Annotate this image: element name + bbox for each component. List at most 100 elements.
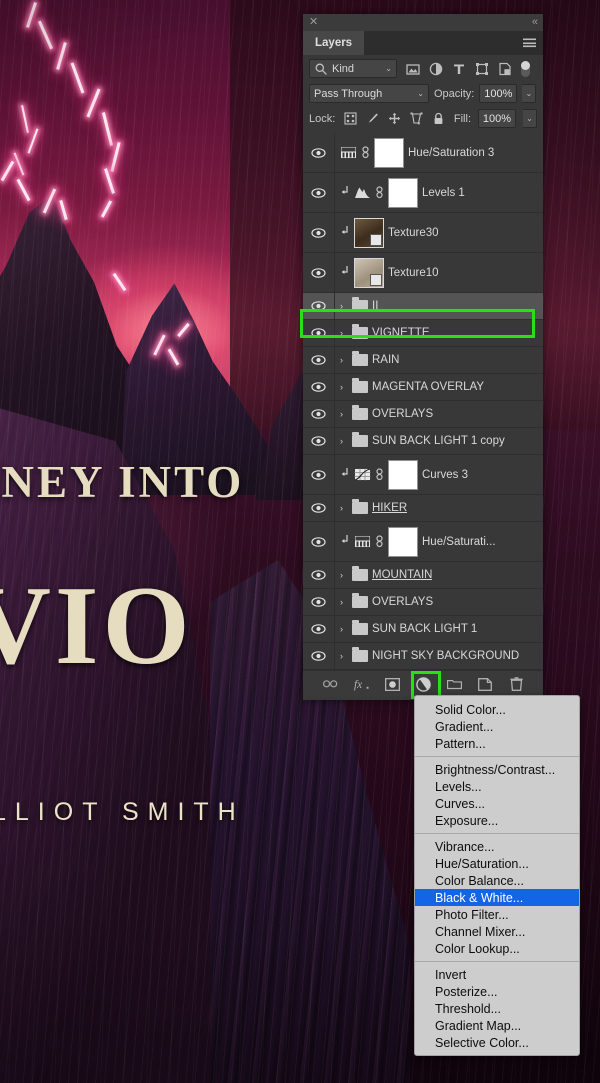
menu-item[interactable]: Solid Color... bbox=[415, 701, 579, 718]
layer-row[interactable]: › OVERLAYS bbox=[303, 401, 543, 428]
add-mask-button[interactable] bbox=[384, 677, 400, 692]
menu-item[interactable]: Selective Color... bbox=[415, 1034, 579, 1051]
layer-thumbnail[interactable] bbox=[354, 217, 384, 248]
layer-visibility-toggle[interactable] bbox=[303, 455, 335, 494]
adjustment-filter-icon[interactable] bbox=[429, 62, 443, 76]
group-disclosure-icon[interactable]: › bbox=[340, 328, 348, 338]
opacity-stepper[interactable]: ⌄ bbox=[522, 84, 537, 103]
tab-layers[interactable]: Layers bbox=[303, 31, 365, 55]
layer-row[interactable]: › RAIN bbox=[303, 347, 543, 374]
fill-stepper[interactable]: ⌄ bbox=[523, 109, 537, 128]
layer-visibility-toggle[interactable] bbox=[303, 133, 335, 172]
layer-visibility-toggle[interactable] bbox=[303, 643, 335, 669]
menu-item[interactable]: Posterize... bbox=[415, 983, 579, 1000]
layer-row[interactable]: › OVERLAYS bbox=[303, 589, 543, 616]
menu-item[interactable]: Invert bbox=[415, 966, 579, 983]
layer-row[interactable]: Levels 1 bbox=[303, 173, 543, 213]
link-thumbnails-icon[interactable] bbox=[375, 535, 384, 548]
layer-row[interactable]: › NIGHT SKY BACKGROUND bbox=[303, 643, 543, 670]
new-layer-button[interactable] bbox=[478, 677, 493, 692]
lock-artboard-icon[interactable] bbox=[410, 112, 423, 125]
layer-visibility-toggle[interactable] bbox=[303, 293, 335, 319]
collapse-panel-icon[interactable]: « bbox=[532, 17, 538, 28]
layer-visibility-toggle[interactable] bbox=[303, 522, 335, 561]
type-filter-icon[interactable] bbox=[452, 62, 466, 76]
fill-input[interactable]: 100% bbox=[478, 109, 516, 128]
group-disclosure-icon[interactable]: › bbox=[340, 651, 348, 661]
layer-mask-thumbnail[interactable] bbox=[388, 177, 418, 208]
filter-enable-toggle[interactable] bbox=[521, 60, 530, 77]
new-group-button[interactable] bbox=[446, 677, 462, 692]
menu-item[interactable]: Channel Mixer... bbox=[415, 923, 579, 940]
layer-mask-thumbnail[interactable] bbox=[388, 459, 418, 490]
blend-mode-select[interactable]: Pass Through ⌄ bbox=[309, 84, 429, 103]
group-disclosure-icon[interactable]: › bbox=[340, 301, 348, 311]
layer-row[interactable]: › MAGENTA OVERLAY bbox=[303, 374, 543, 401]
layer-row[interactable]: Hue/Saturation 3 bbox=[303, 133, 543, 173]
new-adjustment-layer-button[interactable] bbox=[415, 676, 431, 692]
group-disclosure-icon[interactable]: › bbox=[340, 624, 348, 634]
group-disclosure-icon[interactable]: › bbox=[340, 409, 348, 419]
layer-visibility-toggle[interactable] bbox=[303, 253, 335, 292]
group-disclosure-icon[interactable]: › bbox=[340, 597, 348, 607]
lock-position-icon[interactable] bbox=[388, 112, 401, 125]
menu-item[interactable]: Levels... bbox=[415, 778, 579, 795]
layer-visibility-toggle[interactable] bbox=[303, 320, 335, 346]
link-layers-button[interactable] bbox=[322, 677, 338, 692]
group-disclosure-icon[interactable]: › bbox=[340, 382, 348, 392]
lock-all-icon[interactable] bbox=[432, 112, 445, 125]
smart-object-filter-icon[interactable] bbox=[498, 62, 512, 76]
layer-row[interactable]: › MOUNTAIN bbox=[303, 562, 543, 589]
menu-item[interactable]: Vibrance... bbox=[415, 838, 579, 855]
link-thumbnails-icon[interactable] bbox=[375, 186, 384, 199]
menu-item[interactable]: Photo Filter... bbox=[415, 906, 579, 923]
layer-visibility-toggle[interactable] bbox=[303, 562, 335, 588]
layer-visibility-toggle[interactable] bbox=[303, 428, 335, 454]
panel-menu-icon[interactable] bbox=[523, 38, 536, 48]
link-thumbnails-icon[interactable] bbox=[361, 146, 370, 159]
menu-item[interactable]: Color Lookup... bbox=[415, 940, 579, 957]
layer-row[interactable]: › II bbox=[303, 293, 543, 320]
layer-visibility-toggle[interactable] bbox=[303, 616, 335, 642]
menu-item[interactable]: Black & White... bbox=[415, 889, 579, 906]
group-disclosure-icon[interactable]: › bbox=[340, 355, 348, 365]
layer-visibility-toggle[interactable] bbox=[303, 173, 335, 212]
delete-layer-button[interactable] bbox=[509, 677, 524, 692]
group-disclosure-icon[interactable]: › bbox=[340, 570, 348, 580]
menu-item[interactable]: Gradient... bbox=[415, 718, 579, 735]
layer-visibility-toggle[interactable] bbox=[303, 589, 335, 615]
filter-kind-select[interactable]: Kind ⌄ bbox=[309, 59, 397, 78]
layer-mask-thumbnail[interactable] bbox=[374, 137, 404, 168]
layer-row[interactable]: Texture10 bbox=[303, 253, 543, 293]
menu-item[interactable]: Pattern... bbox=[415, 735, 579, 752]
opacity-input[interactable]: 100% bbox=[479, 84, 518, 103]
menu-item[interactable]: Color Balance... bbox=[415, 872, 579, 889]
link-thumbnails-icon[interactable] bbox=[375, 468, 384, 481]
menu-item[interactable]: Threshold... bbox=[415, 1000, 579, 1017]
layer-visibility-toggle[interactable] bbox=[303, 495, 335, 521]
close-icon[interactable]: ✕ bbox=[309, 17, 318, 28]
layer-row[interactable]: Texture30 bbox=[303, 213, 543, 253]
lock-image-icon[interactable] bbox=[366, 112, 379, 125]
layer-visibility-toggle[interactable] bbox=[303, 374, 335, 400]
layer-row[interactable]: Curves 3 bbox=[303, 455, 543, 495]
lock-transparency-icon[interactable] bbox=[344, 112, 357, 125]
shape-filter-icon[interactable] bbox=[475, 62, 489, 76]
menu-item[interactable]: Gradient Map... bbox=[415, 1017, 579, 1034]
group-disclosure-icon[interactable]: › bbox=[340, 436, 348, 446]
layer-visibility-toggle[interactable] bbox=[303, 401, 335, 427]
menu-item[interactable]: Brightness/Contrast... bbox=[415, 761, 579, 778]
layer-style-button[interactable]: fx bbox=[354, 677, 369, 692]
layer-thumbnail[interactable] bbox=[354, 257, 384, 288]
menu-item[interactable]: Curves... bbox=[415, 795, 579, 812]
layer-row[interactable]: › VIGNETTE bbox=[303, 320, 543, 347]
layer-visibility-toggle[interactable] bbox=[303, 347, 335, 373]
layer-row[interactable]: Hue/Saturati... bbox=[303, 522, 543, 562]
layer-row[interactable]: › SUN BACK LIGHT 1 copy bbox=[303, 428, 543, 455]
menu-item[interactable]: Exposure... bbox=[415, 812, 579, 829]
layer-row[interactable]: › SUN BACK LIGHT 1 bbox=[303, 616, 543, 643]
group-disclosure-icon[interactable]: › bbox=[340, 503, 348, 513]
layer-mask-thumbnail[interactable] bbox=[388, 526, 418, 557]
pixel-filter-icon[interactable] bbox=[406, 62, 420, 76]
layer-row[interactable]: › HIKER bbox=[303, 495, 543, 522]
